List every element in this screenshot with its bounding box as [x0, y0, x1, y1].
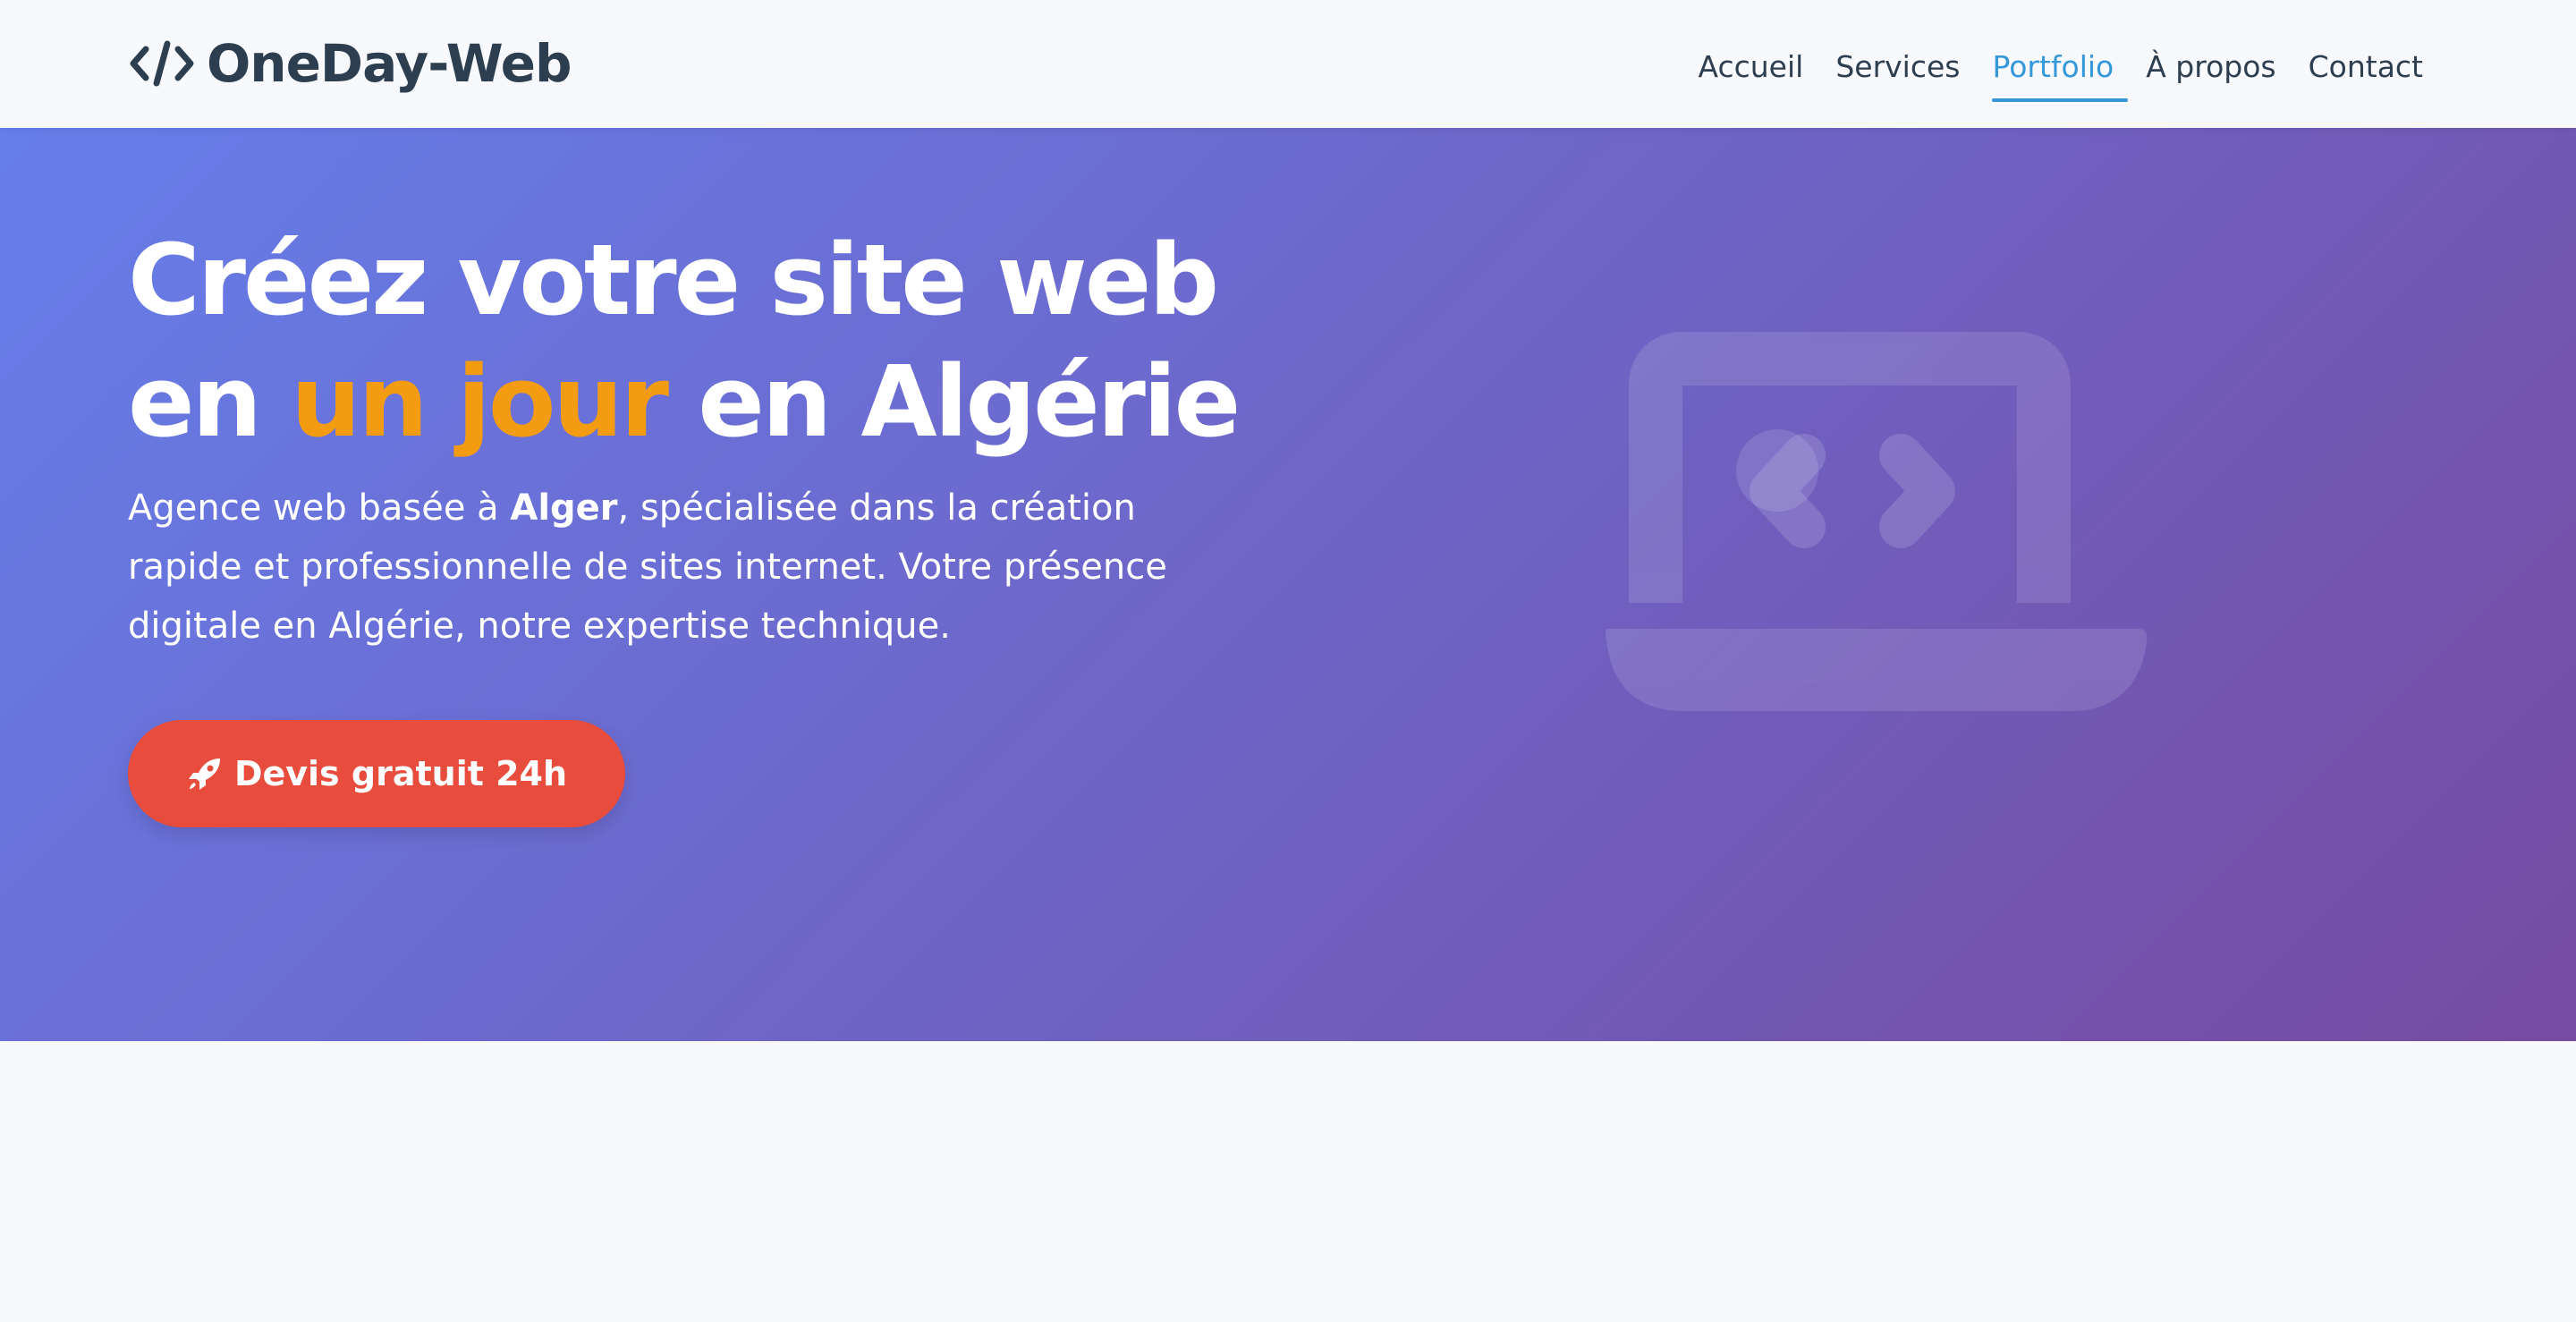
laptop-code-icon [1606, 332, 2148, 711]
nav-link-portfolio[interactable]: Portfolio [1978, 39, 2129, 102]
quote-cta-button[interactable]: Devis gratuit 24h [128, 720, 625, 827]
nav-link-a-propos[interactable]: À propos [2131, 39, 2290, 95]
nav-link-accueil[interactable]: Accueil [1683, 39, 1818, 95]
hero-description-prefix: Agence web basée à [128, 487, 511, 529]
brand-name: OneDay-Web [207, 33, 572, 94]
hero-title: Créez votre site web en un jour en Algér… [128, 219, 1380, 462]
hero-title-line2-suffix: en Algérie [665, 344, 1241, 459]
code-icon [130, 40, 194, 87]
quote-cta-label: Devis gratuit 24h [233, 754, 568, 793]
hero-title-accent: un jour [291, 344, 669, 459]
main-nav: Accueil Services Portfolio À propos Cont… [1683, 36, 2437, 102]
hero-description: Agence web basée à Alger, spécialisée da… [128, 479, 1246, 656]
hero-description-city: Alger [510, 487, 618, 529]
rocket-icon [188, 758, 220, 790]
nav-link-contact[interactable]: Contact [2294, 39, 2437, 95]
brand-logo-link[interactable]: OneDay-Web [128, 32, 572, 95]
navbar: OneDay-Web Accueil Services Portfolio À … [0, 0, 2576, 128]
nav-link-services[interactable]: Services [1821, 39, 1974, 95]
hero-section: Créez votre site web en un jour en Algér… [0, 128, 2576, 1041]
hero-title-line2-prefix: en [128, 344, 292, 459]
hero-title-line1: Créez votre site web [128, 223, 1219, 337]
